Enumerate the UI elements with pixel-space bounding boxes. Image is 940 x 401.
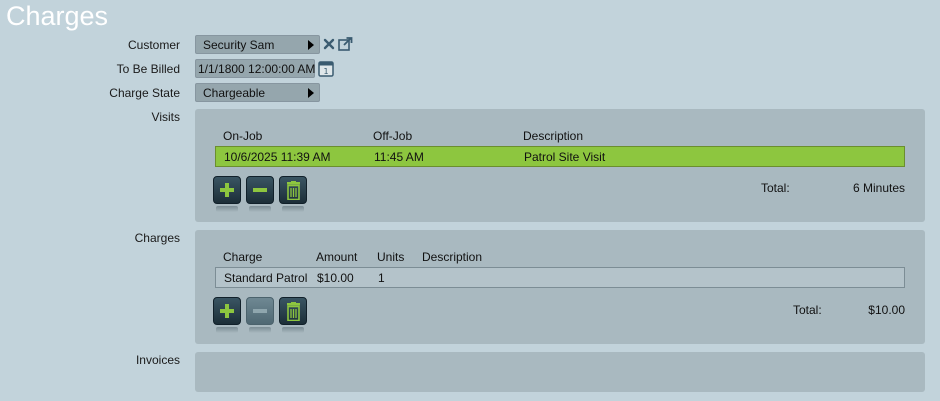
delete-charge-button[interactable] [279,297,307,333]
charges-header-amount: Amount [316,250,358,264]
charge-amount: $10.00 [317,271,354,285]
add-visit-button[interactable] [213,176,241,212]
dropdown-arrow-icon [308,40,314,50]
plus-icon-stroke [225,304,229,318]
customer-value: Security Sam [203,38,275,52]
charges-label: Charges [134,231,180,245]
svg-text:1: 1 [323,67,328,76]
charge-name: Standard Patrol [224,271,308,285]
button-reflection [282,206,304,212]
button-reflection [216,206,238,212]
charges-panel: Charge Amount Units Description Standard… [195,230,925,344]
visits-header-on-job: On-Job [223,129,263,143]
visit-on-job: 10/6/2025 11:39 AM [224,150,331,164]
remove-charge-button[interactable] [246,297,274,333]
to-be-billed-label: To Be Billed [116,62,180,76]
visits-total-label: Total: [761,181,790,195]
visit-description: Patrol Site Visit [524,150,606,164]
minus-icon [253,188,267,192]
calendar-icon[interactable]: 1 [318,60,334,77]
dropdown-arrow-icon [308,88,314,98]
charges-table-row[interactable]: Standard Patrol $10.00 1 [215,267,905,288]
visits-total-value: 6 Minutes [852,181,905,195]
add-charge-button[interactable] [213,297,241,333]
invoices-label: Invoices [135,353,180,367]
charges-header-description: Description [422,250,483,264]
visits-table-row[interactable]: 10/6/2025 11:39 AM 11:45 AM Patrol Site … [215,146,905,167]
trash-icon [287,302,300,321]
trash-icon [287,181,300,200]
charges-total-label: Total: [793,303,822,317]
charges-header-charge: Charge [223,250,263,264]
button-reflection [282,327,304,333]
button-reflection [249,327,271,333]
close-icon[interactable] [323,38,335,50]
charges-total-value: $10.00 [868,303,905,317]
charges-header-units: Units [377,250,405,264]
minus-icon [253,309,267,313]
remove-visit-button[interactable] [246,176,274,212]
button-reflection [216,327,238,333]
page-title: Charges [6,1,109,31]
delete-visit-button[interactable] [279,176,307,212]
charge-state-dropdown[interactable]: Chargeable [195,83,320,102]
plus-icon-stroke [225,183,229,197]
external-link-icon[interactable] [338,37,353,51]
visits-header-off-job: Off-Job [373,129,413,143]
visit-off-job: 11:45 AM [374,150,424,164]
charge-state-value: Chargeable [203,86,266,100]
to-be-billed-field[interactable]: 1/1/1800 12:00:00 AM [195,59,315,78]
visits-label: Visits [151,110,180,124]
visits-header-description: Description [523,129,584,143]
visits-panel: On-Job Off-Job Description 10/6/2025 11:… [195,109,925,222]
button-reflection [249,206,271,212]
to-be-billed-value: 1/1/1800 12:00:00 AM [198,62,316,76]
customer-label: Customer [127,38,180,52]
customer-dropdown[interactable]: Security Sam [195,35,320,54]
charge-units: 1 [378,271,385,285]
charge-state-label: Charge State [109,86,180,100]
invoices-panel [195,352,925,392]
